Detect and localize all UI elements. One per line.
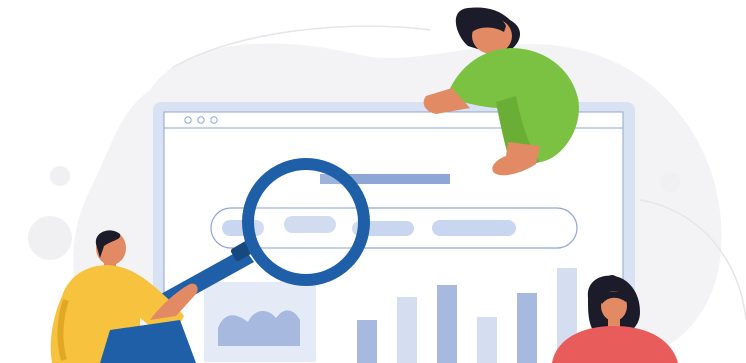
search-illustration: [28, 7, 746, 363]
image-card: [204, 282, 316, 362]
